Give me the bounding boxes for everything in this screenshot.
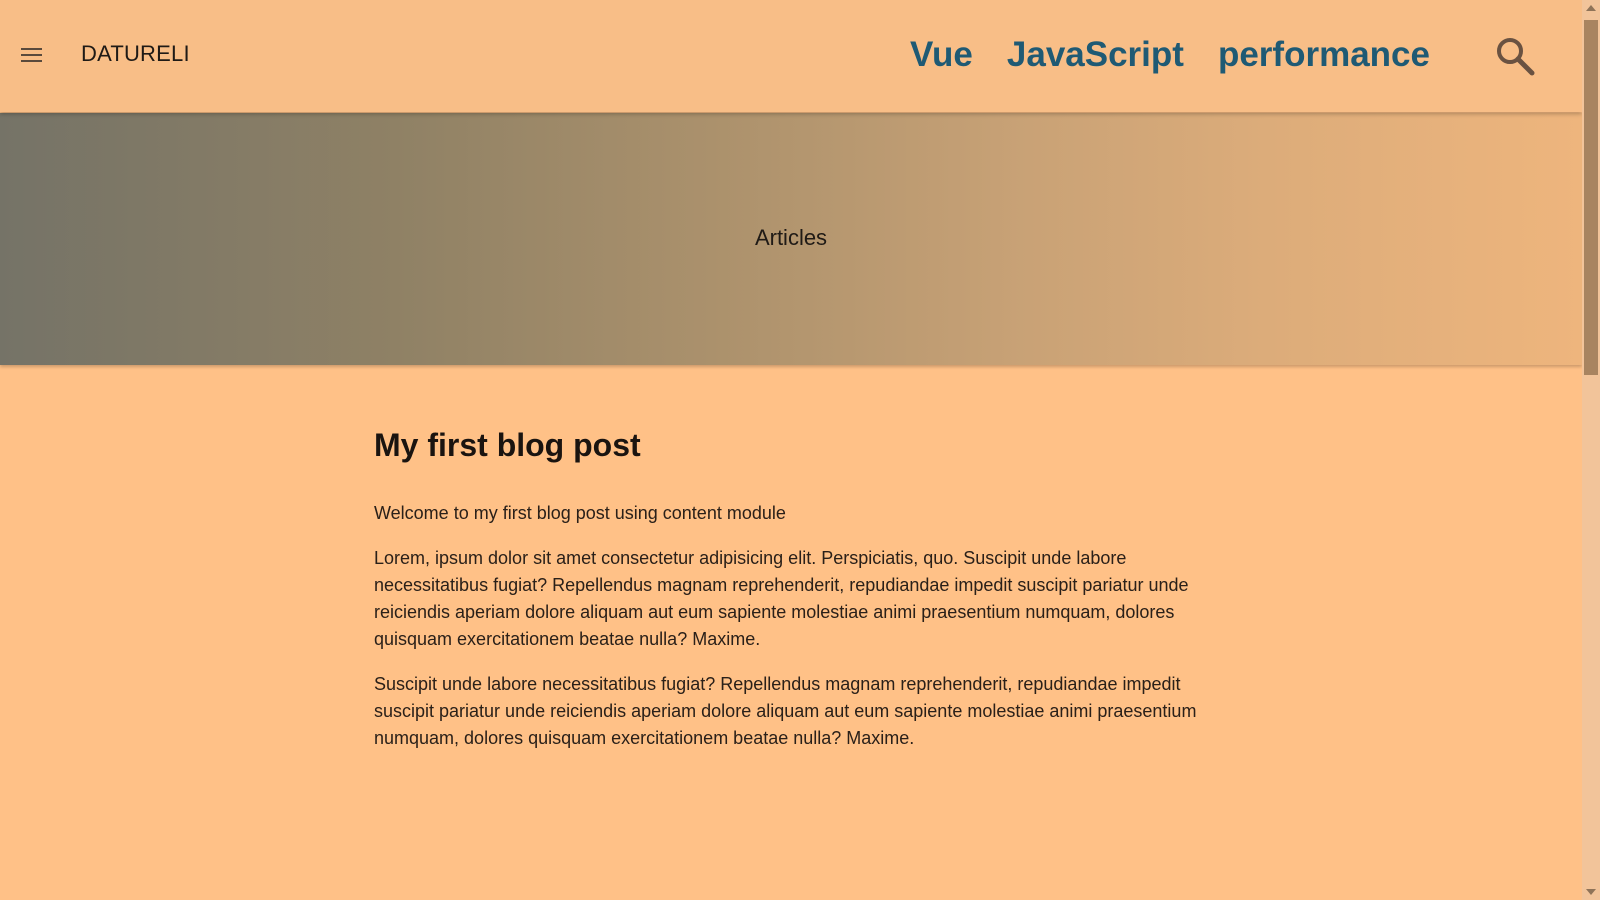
- scrollbar-thumb[interactable]: [1584, 20, 1598, 375]
- site-brand[interactable]: DATURELI: [81, 41, 190, 67]
- post-paragraph-intro: Welcome to my first blog post using cont…: [374, 503, 786, 523]
- nav-link-performance[interactable]: performance: [1218, 33, 1430, 77]
- nav-link-vue[interactable]: Vue: [910, 33, 973, 77]
- post-content: My first blog post Welcome to my first b…: [374, 420, 1204, 770]
- hero-banner: Articles: [0, 113, 1582, 365]
- post-paragraph-2: Suscipit unde labore necessitatibus fugi…: [374, 674, 1197, 748]
- hero-title: Articles: [754, 225, 828, 250]
- post-paragraph-1: Lorem, ipsum dolor sit amet consectetur …: [374, 548, 1189, 649]
- scroll-up-arrow-icon[interactable]: [1586, 5, 1596, 11]
- tag-nav: Vue JavaScript performance: [910, 33, 1430, 77]
- post-title: My first blog post: [374, 427, 641, 463]
- search-icon[interactable]: [1494, 35, 1536, 77]
- scroll-down-arrow-icon[interactable]: [1586, 889, 1596, 895]
- vertical-scrollbar[interactable]: [1582, 0, 1600, 900]
- app-bar: DATURELI Vue JavaScript performance: [0, 0, 1582, 112]
- nav-link-javascript[interactable]: JavaScript: [1007, 33, 1184, 77]
- hamburger-menu-icon[interactable]: [21, 48, 42, 63]
- app: DATURELI Vue JavaScript performance Arti…: [0, 0, 1600, 900]
